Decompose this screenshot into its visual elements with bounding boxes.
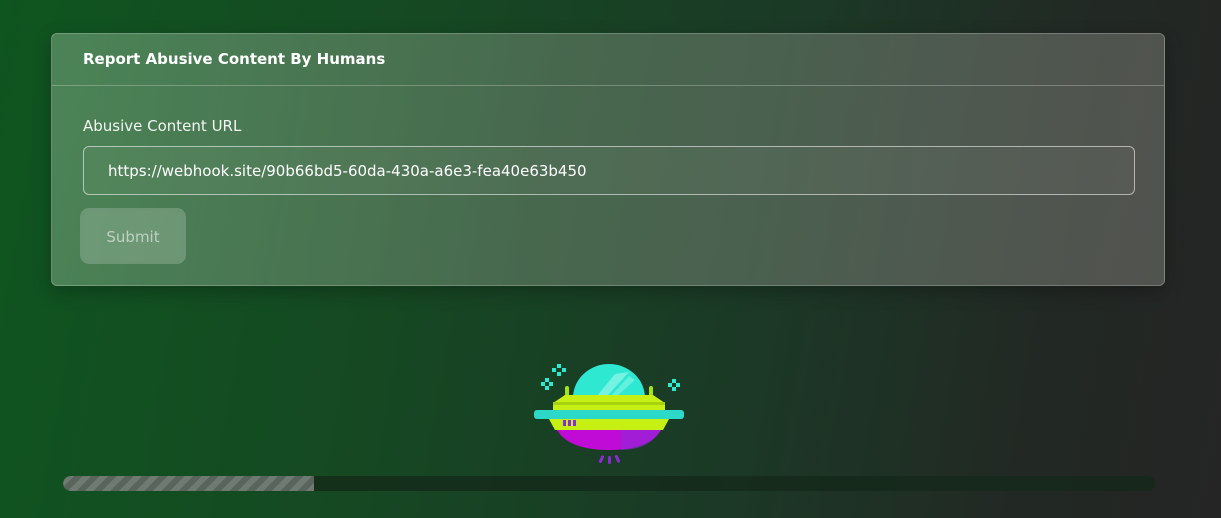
form-title: Report Abusive Content By Humans — [52, 34, 1164, 86]
abusive-url-input[interactable] — [83, 146, 1135, 195]
progress-bar-fill — [63, 476, 315, 491]
url-field-label: Abusive Content URL — [83, 117, 242, 135]
submit-button[interactable]: Submit — [83, 211, 183, 261]
ufo-icon — [534, 364, 684, 464]
report-form-card: Report Abusive Content By Humans Abusive… — [51, 33, 1165, 286]
progress-bar — [63, 476, 1155, 491]
